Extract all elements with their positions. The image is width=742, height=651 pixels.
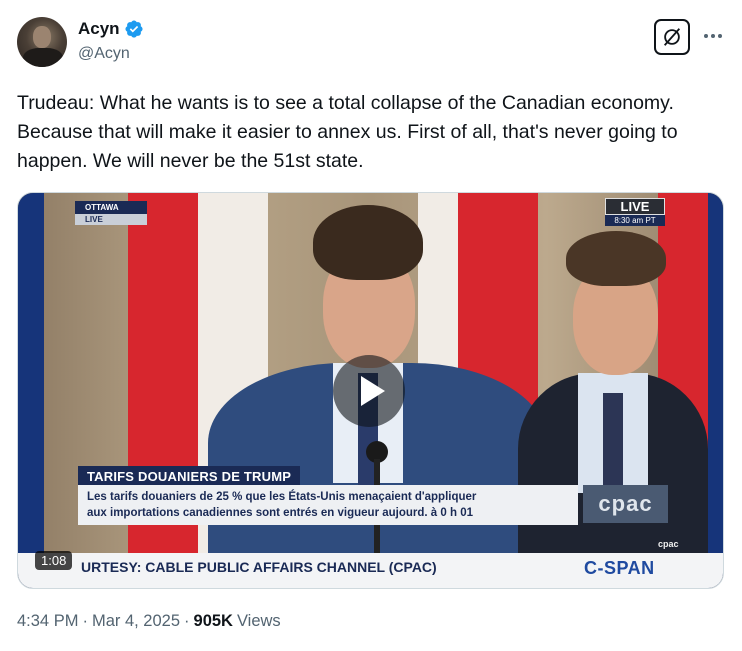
video-duration-badge: 1:08 — [35, 551, 73, 570]
cspan-logo: C-SPAN — [584, 558, 655, 578]
grok-button[interactable] — [654, 19, 690, 55]
views-label: Views — [236, 612, 281, 630]
tweet-date[interactable]: Mar 4, 2025 — [92, 612, 180, 631]
author-avatar[interactable] — [17, 17, 67, 67]
tweet-time[interactable]: 4:34 PM — [17, 612, 78, 631]
views-count[interactable]: 905K — [194, 612, 233, 631]
cpac-logo: cpac — [583, 485, 668, 523]
more-icon-dot — [718, 34, 722, 38]
more-options-button[interactable] — [699, 24, 727, 48]
chyron-line-1: Les tarifs douaniers de 25 % que les Éta… — [87, 491, 477, 503]
more-icon-dot — [704, 34, 708, 38]
chyron-title: TARIFS DOUANIERS DE TRUMP — [78, 466, 301, 487]
cpac-watermark: cpac — [658, 539, 679, 549]
location-tag: OTTAWA LIVE — [75, 201, 147, 225]
more-icon-dot — [711, 34, 715, 38]
courtesy-text: URTESY: CABLE PUBLIC AFFAIRS CHANNEL (CP… — [81, 559, 437, 575]
chyron-line-2: aux importations canadiennes sont entrés… — [87, 507, 473, 519]
live-tag: LIVE 8:30 am PT — [605, 198, 665, 226]
play-icon — [360, 376, 385, 406]
play-button[interactable] — [333, 355, 405, 427]
tweet-meta: 4:34 PM · Mar 4, 2025 · 905K Views — [17, 612, 281, 631]
meta-separator: · — [82, 612, 88, 630]
verified-badge-icon — [125, 20, 143, 38]
video-player[interactable]: OTTAWA LIVE LIVE 8:30 am PT TARIFS DOUAN… — [17, 192, 724, 589]
tweet-text: Trudeau: What he wants is to see a total… — [17, 92, 678, 172]
author-display-name[interactable]: Acyn — [78, 19, 120, 39]
author-name-row[interactable]: Acyn — [78, 19, 144, 39]
chyron-body: Les tarifs douaniers de 25 % que les Éta… — [78, 485, 578, 525]
author-handle[interactable]: @Acyn — [78, 45, 130, 63]
grok-icon — [663, 28, 681, 46]
meta-separator: · — [184, 612, 190, 630]
